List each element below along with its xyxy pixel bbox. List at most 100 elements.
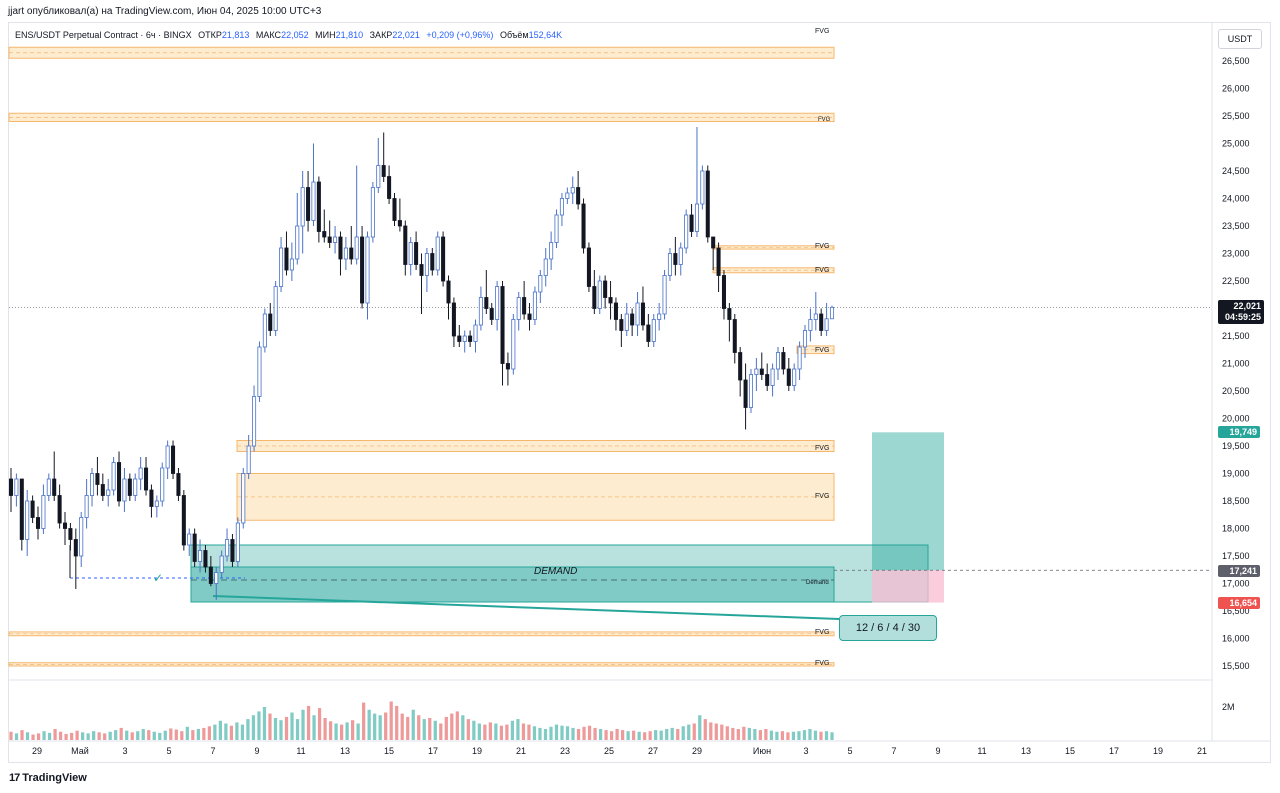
volume-bar: [246, 719, 250, 740]
candle-body: [727, 308, 732, 320]
candle-body: [646, 324, 651, 342]
volume-bar: [472, 720, 476, 740]
candle-body: [187, 533, 192, 546]
volume-bar: [295, 719, 300, 740]
volume-bar: [328, 721, 333, 740]
candle-body: [95, 473, 100, 485]
price-tick-label: 17,500: [1222, 551, 1250, 561]
candle-body: [684, 214, 689, 249]
volume-bar: [58, 731, 63, 740]
price-tick-label: 25,500: [1222, 111, 1250, 121]
candle-body: [327, 236, 332, 243]
price-tick-label: 15,500: [1222, 661, 1250, 671]
candle-body: [225, 539, 230, 557]
candle-body: [759, 368, 764, 375]
candle-body: [311, 181, 316, 221]
price-tick-label: 16,000: [1222, 634, 1250, 644]
candle-body: [700, 170, 705, 205]
fvg-label: FVG: [815, 267, 830, 274]
candle-body: [392, 198, 397, 221]
candle-body: [462, 335, 467, 342]
volume-bar: [521, 723, 526, 740]
price-tick-label: 25,000: [1222, 139, 1250, 149]
footer: 17 TradingView: [0, 763, 1280, 793]
candle-body: [640, 302, 645, 326]
volume-bar: [395, 705, 399, 740]
volume-bar: [720, 724, 724, 740]
legend-low-label: МИН: [315, 30, 336, 40]
volume-bar: [31, 734, 35, 740]
volume-bar: [444, 716, 448, 740]
candle-body: [813, 313, 818, 320]
volume-bar: [819, 731, 823, 740]
volume-bar: [180, 731, 184, 740]
candle-body: [468, 335, 473, 342]
legend-volume-value: 152,64K: [528, 30, 563, 40]
candle-body: [300, 187, 305, 227]
volume-bar: [213, 724, 217, 740]
time-axis: 29 Май 3 5 7 9 11 13 15 17 19 21 23 25 27 29 Июн 3 5 7 9 11 13…: [32, 746, 1207, 756]
volume-bar: [477, 723, 481, 740]
volume-bar: [97, 732, 101, 740]
volume-bar: [758, 730, 762, 740]
volume-bar: [378, 715, 382, 740]
candle-body: [387, 176, 392, 199]
candle-body: [435, 236, 440, 271]
candle-body: [284, 247, 289, 271]
candle-body: [279, 247, 284, 287]
candle-body: [322, 231, 327, 238]
volume-bar: [593, 727, 597, 740]
legend-close-label: ЗАКР: [369, 30, 393, 40]
time-tick-label: 5: [847, 746, 852, 756]
demand-label: DEMAND: [534, 566, 578, 577]
candle-body: [198, 550, 203, 562]
time-tick-label: 3: [122, 746, 127, 756]
volume-bar: [604, 730, 608, 740]
legend-high-label: МАКС: [255, 30, 282, 40]
time-tick-label: 7: [891, 746, 896, 756]
position-risk-label[interactable]: 12 / 6 / 4 / 30: [839, 615, 937, 641]
price-tick-label: 17,000: [1222, 579, 1250, 589]
volume-bar: [769, 730, 774, 740]
candle-body: [441, 236, 446, 282]
price-tick-label: 26,500: [1222, 56, 1250, 66]
time-tick-label: 15: [384, 746, 394, 756]
candle-body: [208, 566, 213, 584]
legend-open-label: ОТКР: [198, 30, 222, 40]
candle-body: [662, 275, 667, 315]
volume-bar: [362, 702, 366, 740]
candle-body: [538, 275, 543, 293]
candle-body: [630, 313, 635, 326]
price-chart[interactable]: ✓ 26,500 26,000 25,500 25,000 24,500 24,000 23…: [0, 0, 1280, 793]
volume-bar: [411, 709, 415, 740]
currency-selector[interactable]: USDT: [1218, 29, 1262, 49]
candle-body: [824, 318, 829, 331]
tradingview-logo[interactable]: 17 TradingView: [9, 772, 87, 784]
volume-bar: [141, 729, 145, 740]
volume-bar: [830, 732, 834, 740]
volume-bar: [36, 733, 41, 740]
price-tick-label: 21,500: [1222, 331, 1250, 341]
candle-body: [613, 302, 618, 320]
volume-bar: [637, 731, 641, 740]
volume-bar: [609, 731, 614, 740]
fvg-label: FVG: [815, 243, 830, 250]
candle-body: [154, 500, 159, 507]
candle-body: [354, 236, 359, 260]
time-tick-label: 21: [516, 746, 526, 756]
volume-bar: [676, 729, 680, 740]
volume-bar: [268, 713, 272, 740]
target-price-tag: 19,749: [1218, 426, 1260, 438]
demand-small-label: Demand: [806, 580, 829, 586]
candle-body: [689, 214, 694, 232]
volume-bar: [499, 725, 504, 740]
demand-zone-inner: [190, 566, 835, 603]
volume-bar: [422, 719, 426, 740]
volume-bar: [306, 705, 311, 740]
volume-bar: [108, 731, 112, 740]
volume-bar: [125, 730, 129, 740]
volume-bar: [251, 715, 256, 740]
candle-body: [673, 253, 678, 265]
time-tick-label: 19: [472, 746, 482, 756]
volume-bar: [494, 723, 498, 740]
